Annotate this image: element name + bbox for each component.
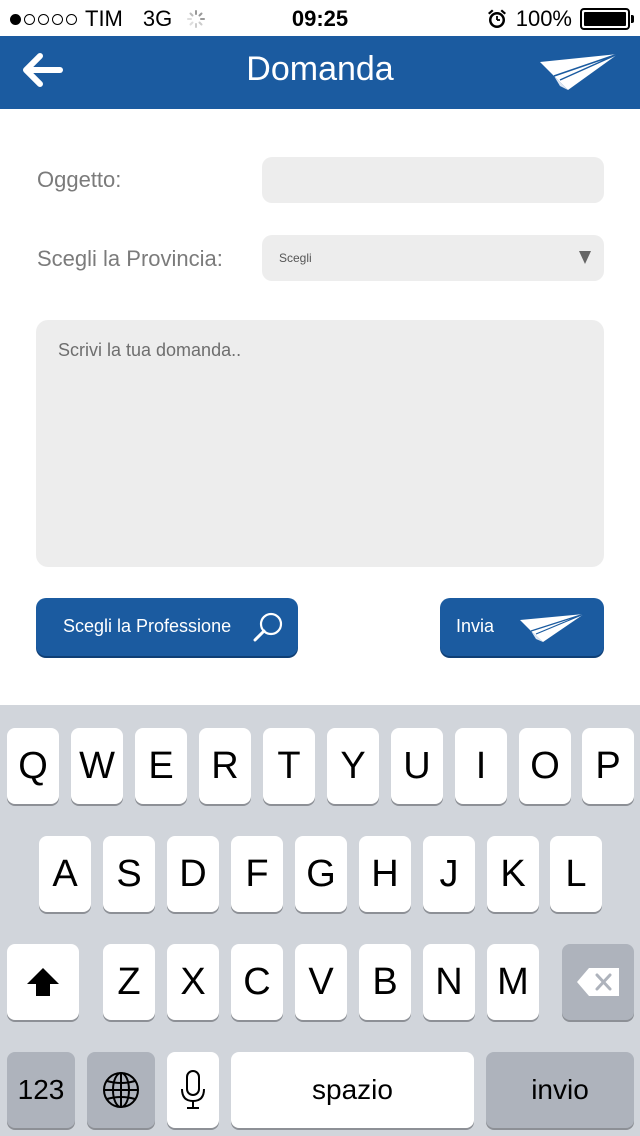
navigation-bar: Domanda [0, 36, 640, 109]
microphone-key[interactable] [167, 1052, 219, 1128]
choose-profession-button[interactable]: Scegli la Professione [36, 598, 298, 656]
key-p[interactable]: P [582, 728, 634, 804]
subject-field-box [262, 157, 604, 203]
choose-profession-label: Scegli la Professione [63, 616, 232, 636]
key-i[interactable]: I [455, 728, 507, 804]
key-r[interactable]: R [199, 728, 251, 804]
space-key[interactable]: spazio [231, 1052, 474, 1128]
key-s[interactable]: S [103, 836, 155, 912]
send-button[interactable]: Invia [440, 598, 604, 656]
signal-dot [38, 13, 49, 25]
backspace-key[interactable] [562, 944, 634, 1020]
key-v[interactable]: V [295, 944, 347, 1020]
paper-plane-icon [520, 613, 585, 642]
key-b[interactable]: B [359, 944, 411, 1020]
signal-dot [52, 13, 63, 25]
alarm-clock-icon [487, 9, 506, 28]
status-right: 100% [486, 6, 634, 32]
subject-label: Oggetto: [37, 167, 122, 192]
battery-icon [580, 8, 634, 30]
question-textarea[interactable] [36, 320, 604, 567]
carrier-name: TIM [85, 6, 123, 31]
key-l[interactable]: L [550, 836, 602, 912]
key-g[interactable]: G [295, 836, 347, 912]
send-header-button[interactable] [538, 52, 620, 92]
key-h[interactable]: H [359, 836, 411, 912]
key-k[interactable]: K [487, 836, 539, 912]
backspace-icon [577, 968, 619, 996]
key-y[interactable]: Y [327, 728, 379, 804]
send-button-label: Invia [456, 616, 495, 636]
key-u[interactable]: U [391, 728, 443, 804]
province-select[interactable]: Scegli [262, 235, 604, 281]
numbers-key[interactable]: 123 [7, 1052, 75, 1128]
key-t[interactable]: T [263, 728, 315, 804]
key-j[interactable]: J [423, 836, 475, 912]
return-key[interactable]: invio [486, 1052, 634, 1128]
paper-plane-icon [540, 53, 619, 90]
dropdown-arrow-icon [579, 251, 591, 264]
key-a[interactable]: A [39, 836, 91, 912]
key-n[interactable]: N [423, 944, 475, 1020]
question-textarea-box [36, 320, 604, 567]
status-bar: TIM 3G 09:25 100% [0, 0, 640, 36]
signal-dot [10, 13, 21, 25]
search-icon [253, 612, 283, 642]
arrow-left-icon [23, 53, 63, 87]
signal-dot [66, 13, 77, 25]
network-type: 3G [142, 6, 173, 31]
province-selected-value: Scegli [279, 251, 312, 265]
microphone-icon [181, 1070, 205, 1109]
shift-arrow-icon [27, 968, 59, 996]
battery-fill [584, 12, 626, 26]
key-f[interactable]: F [231, 836, 283, 912]
key-o[interactable]: O [519, 728, 571, 804]
key-z[interactable]: Z [103, 944, 155, 1020]
network-activity-icon [187, 10, 206, 28]
globe-icon [103, 1072, 139, 1108]
globe-key[interactable] [87, 1052, 155, 1128]
key-x[interactable]: X [167, 944, 219, 1020]
back-button[interactable] [18, 50, 68, 94]
province-label: Scegli la Provincia: [37, 246, 223, 271]
key-w[interactable]: W [71, 728, 123, 804]
subject-input[interactable] [262, 157, 604, 203]
key-c[interactable]: C [231, 944, 283, 1020]
key-q[interactable]: Q [7, 728, 59, 804]
keyboard: Q W E R T Y U I O P A S D F G H J K L Z … [0, 705, 640, 1136]
status-left: TIM 3G [10, 6, 206, 32]
key-d[interactable]: D [167, 836, 219, 912]
shift-key[interactable] [7, 944, 79, 1020]
signal-strength-icon [10, 13, 77, 25]
key-m[interactable]: M [487, 944, 539, 1020]
battery-percent: 100% [515, 6, 572, 31]
signal-dot [24, 13, 35, 25]
key-e[interactable]: E [135, 728, 187, 804]
